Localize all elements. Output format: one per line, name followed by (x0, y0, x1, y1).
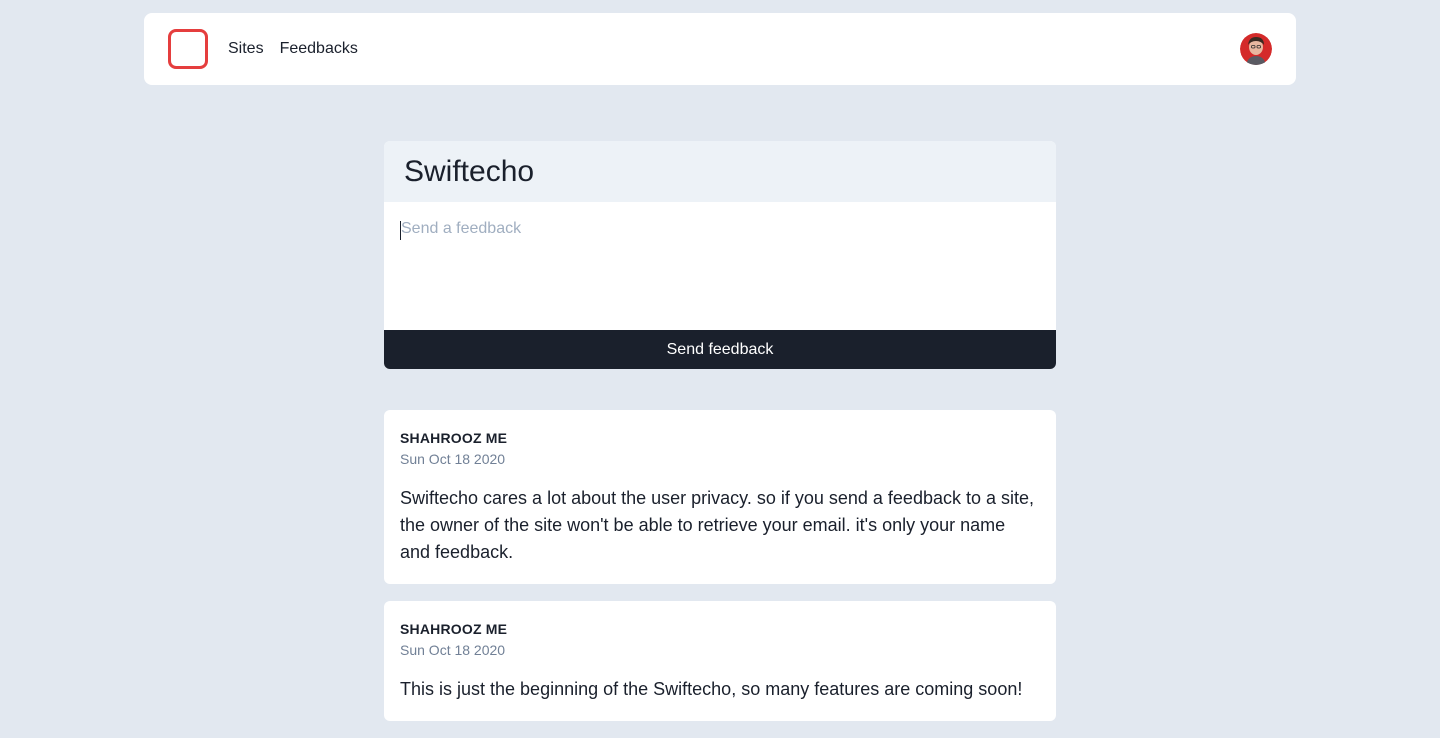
feedback-item: SHAHROOZ ME Sun Oct 18 2020 This is just… (384, 601, 1056, 721)
top-navbar: Sites Feedbacks (144, 13, 1296, 85)
feedback-author: SHAHROOZ ME (400, 621, 508, 637)
feedback-date: Sun Oct 18 2020 (400, 451, 506, 467)
feedback-text: Swiftecho cares a lot about the user pri… (400, 488, 1035, 562)
site-title: Swiftecho (404, 154, 535, 188)
feedback-input[interactable] (384, 202, 1056, 330)
logo-icon[interactable] (168, 29, 208, 69)
feedback-item: SHAHROOZ ME Sun Oct 18 2020 Swiftecho ca… (384, 410, 1056, 584)
feedback-text: This is just the beginning of the Swifte… (400, 679, 1023, 699)
avatar-image-icon (1240, 33, 1272, 65)
site-feedback-card: Swiftecho Send feedback (384, 141, 1056, 369)
site-header: Swiftecho (384, 141, 1056, 202)
feedback-date: Sun Oct 18 2020 (400, 642, 506, 658)
nav-link-sites[interactable]: Sites (228, 40, 264, 58)
text-caret (400, 221, 401, 240)
nav-link-feedbacks[interactable]: Feedbacks (280, 40, 358, 58)
user-avatar[interactable] (1240, 33, 1272, 65)
send-feedback-button[interactable]: Send feedback (384, 330, 1056, 369)
feedback-author: SHAHROOZ ME (400, 430, 508, 446)
